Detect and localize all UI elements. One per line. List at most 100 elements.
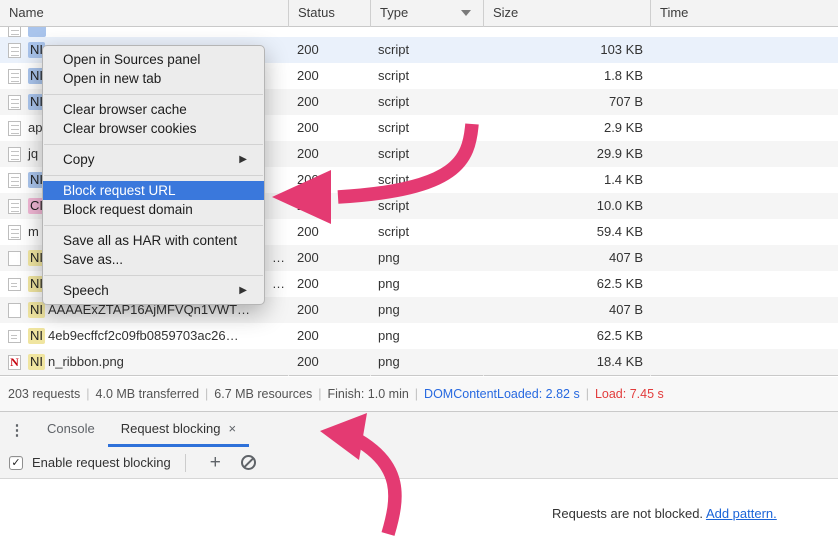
type-cell: png [370,245,483,271]
menu-item-open-in-new-tab[interactable]: Open in new tab [43,69,264,88]
table-row[interactable]: NI 4eb9ecffcf2c09fb0859703ac26… 200 png … [0,323,838,349]
close-tab-icon[interactable]: × [228,421,236,436]
type-cell: script [370,63,483,89]
size-cell: 10.0 KB [483,193,650,219]
submenu-arrow-icon: ▶ [239,281,247,300]
summary-item[interactable]: Load: 7.45 s [595,387,664,401]
remove-all-patterns-icon[interactable] [241,455,256,470]
column-header-size[interactable]: Size [483,0,650,27]
add-pattern-icon[interactable]: + [200,453,231,472]
column-header-time[interactable]: Time [650,0,838,27]
time-cell [650,115,838,141]
time-cell [650,63,838,89]
time-cell [650,37,838,63]
drawer-menu-icon[interactable]: ⋮ [0,412,34,447]
status-cell: 200 [288,193,370,219]
summary-item: Finish: 1.0 min [328,387,409,401]
type-filter-icon[interactable] [461,10,471,16]
name-highlight: NI [28,302,45,318]
type-cell: script [370,141,483,167]
summary-separator: | [409,387,424,401]
request-name: jq [28,141,38,167]
menu-separator [44,275,263,276]
summary-separator: | [312,387,327,401]
menu-item-copy[interactable]: Copy▶ [43,150,264,169]
size-cell: 1.4 KB [483,167,650,193]
type-cell: png [370,297,483,323]
status-cell: 200 [288,219,370,245]
menu-separator [44,144,263,145]
time-cell [650,349,838,375]
size-cell: 62.5 KB [483,271,650,297]
request-blocking-toolbar: ✓ Enable request blocking + [0,447,838,479]
status-cell: 200 [288,167,370,193]
table-header-row: Name Status Type Size Time [0,0,838,27]
request-name: m [28,219,39,245]
size-cell: 29.9 KB [483,141,650,167]
tab-request-blocking[interactable]: Request blocking × [108,412,249,447]
menu-item-open-in-sources-panel[interactable]: Open in Sources panel [43,50,264,69]
status-cell: 200 [288,89,370,115]
menu-item-save-as[interactable]: Save as... [43,250,264,269]
size-cell: 18.4 KB [483,349,650,375]
file-icon [8,303,21,318]
status-cell: 200 [288,37,370,63]
type-cell: png [370,323,483,349]
enable-blocking-checkbox[interactable]: ✓ [9,456,23,470]
time-cell [650,323,838,349]
menu-item-clear-browser-cache[interactable]: Clear browser cache [43,100,264,119]
file-icon [8,173,21,188]
file-icon [8,330,21,343]
status-cell: 200 [288,245,370,271]
truncation-ellipsis: … [272,245,285,271]
time-cell [650,271,838,297]
column-header-name[interactable]: Name [0,0,288,27]
empty-state-message: Requests are not blocked. Add pattern. [552,506,777,521]
summary-item[interactable]: DOMContentLoaded: 2.82 s [424,387,580,401]
summary-separator: | [580,387,595,401]
drawer-tab-bar: ⋮ Console Request blocking × [0,412,838,447]
add-pattern-link[interactable]: Add pattern. [706,506,777,521]
file-icon [8,147,21,162]
time-cell [650,297,838,323]
type-cell: script [370,219,483,245]
type-cell: script [370,89,483,115]
drawer-panel: ⋮ Console Request blocking × ✓ Enable re… [0,411,838,554]
summary-item: 4.0 MB transferred [96,387,200,401]
size-cell: 62.5 KB [483,323,650,349]
column-header-type[interactable]: Type [370,0,483,27]
size-cell: 59.4 KB [483,219,650,245]
request-name: n_ribbon.png [48,349,124,375]
file-icon [8,251,21,266]
status-cell: 200 [288,297,370,323]
menu-separator [44,225,263,226]
summary-item: 6.7 MB resources [214,387,312,401]
menu-item-save-all-as-har-with-content[interactable]: Save all as HAR with content [43,231,264,250]
status-cell: 200 [288,115,370,141]
status-cell: 200 [288,271,370,297]
file-icon [8,27,21,37]
table-row[interactable]: N NI n_ribbon.png 200 png 18.4 KB [0,349,838,375]
menu-item-speech[interactable]: Speech▶ [43,281,264,300]
menu-separator [44,94,263,95]
size-cell: 407 B [483,297,650,323]
status-cell: 200 [288,141,370,167]
column-header-status[interactable]: Status [288,0,370,27]
tab-console[interactable]: Console [34,412,108,447]
name-highlight: NI [28,354,45,370]
file-icon [8,278,21,291]
type-cell: script [370,115,483,141]
status-cell: 200 [288,63,370,89]
menu-item-block-request-url[interactable]: Block request URL [43,181,264,200]
file-icon [8,199,21,214]
toolbar-divider [185,454,186,472]
menu-item-clear-browser-cookies[interactable]: Clear browser cookies [43,119,264,138]
type-cell: script [370,37,483,63]
table-row-partial[interactable] [0,27,838,37]
menu-item-block-request-domain[interactable]: Block request domain [43,200,264,219]
size-cell: 103 KB [483,37,650,63]
size-cell: 407 B [483,245,650,271]
request-name: ap [28,115,42,141]
time-cell [650,167,838,193]
file-icon [8,95,21,110]
